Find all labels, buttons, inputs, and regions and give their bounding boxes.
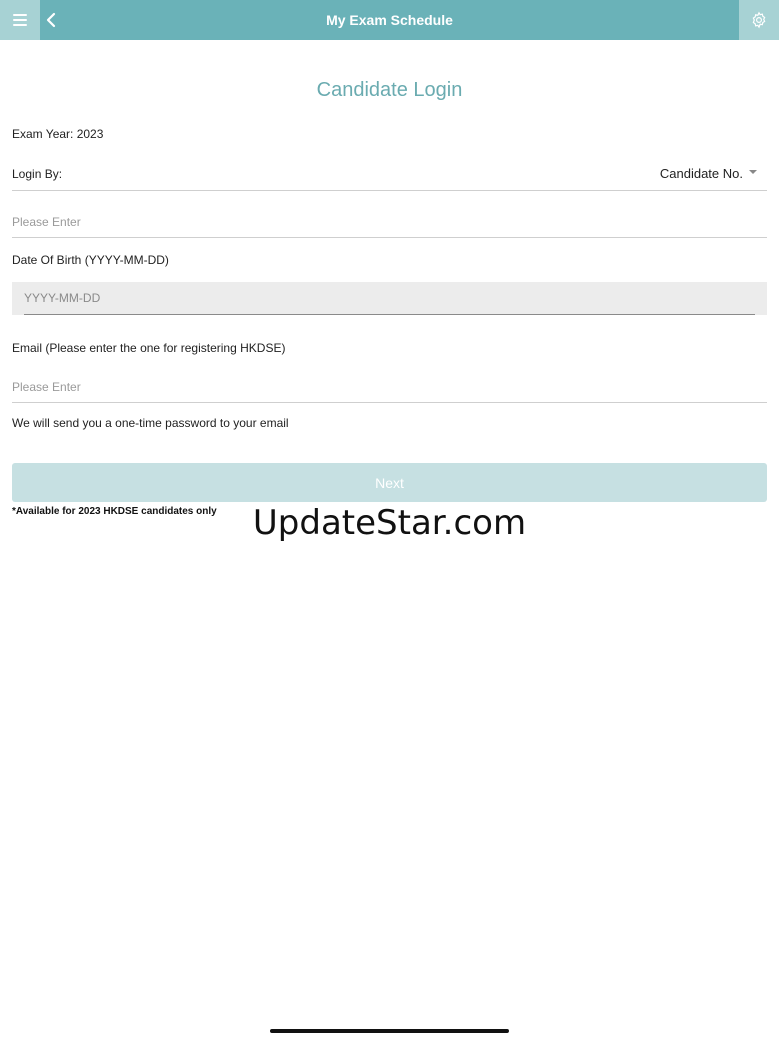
top-bar: My Exam Schedule [0, 0, 779, 40]
chevron-left-icon [46, 12, 56, 28]
dob-placeholder: YYYY-MM-DD [24, 291, 101, 305]
page-title: My Exam Schedule [326, 12, 453, 28]
dob-underline [24, 314, 755, 315]
divider [12, 237, 767, 238]
next-button[interactable]: Next [12, 463, 767, 502]
divider [12, 190, 767, 191]
back-button[interactable] [40, 0, 62, 40]
settings-button[interactable] [739, 0, 779, 40]
hamburger-menu-icon [13, 14, 27, 26]
email-input[interactable]: Please Enter [12, 380, 81, 394]
login-by-dropdown[interactable]: Candidate No. [660, 166, 757, 181]
watermark: UpdateStar.com [252, 503, 527, 543]
email-label: Email (Please enter the one for register… [12, 341, 286, 355]
gear-icon [752, 11, 766, 29]
home-indicator [270, 1029, 509, 1033]
otp-note: We will send you a one-time password to … [12, 416, 289, 430]
login-by-label: Login By: [12, 167, 63, 181]
candidate-no-input[interactable]: Please Enter [12, 215, 81, 229]
caret-down-icon [749, 170, 757, 174]
dob-input[interactable]: YYYY-MM-DD [12, 282, 767, 315]
dob-label: Date Of Birth (YYYY-MM-DD) [12, 253, 169, 267]
login-by-value: Candidate No. [659, 166, 743, 181]
divider [12, 402, 767, 403]
exam-year-label: Exam Year: 2023 [12, 127, 104, 141]
form-heading: Candidate Login [316, 79, 463, 101]
menu-button[interactable] [0, 0, 40, 40]
